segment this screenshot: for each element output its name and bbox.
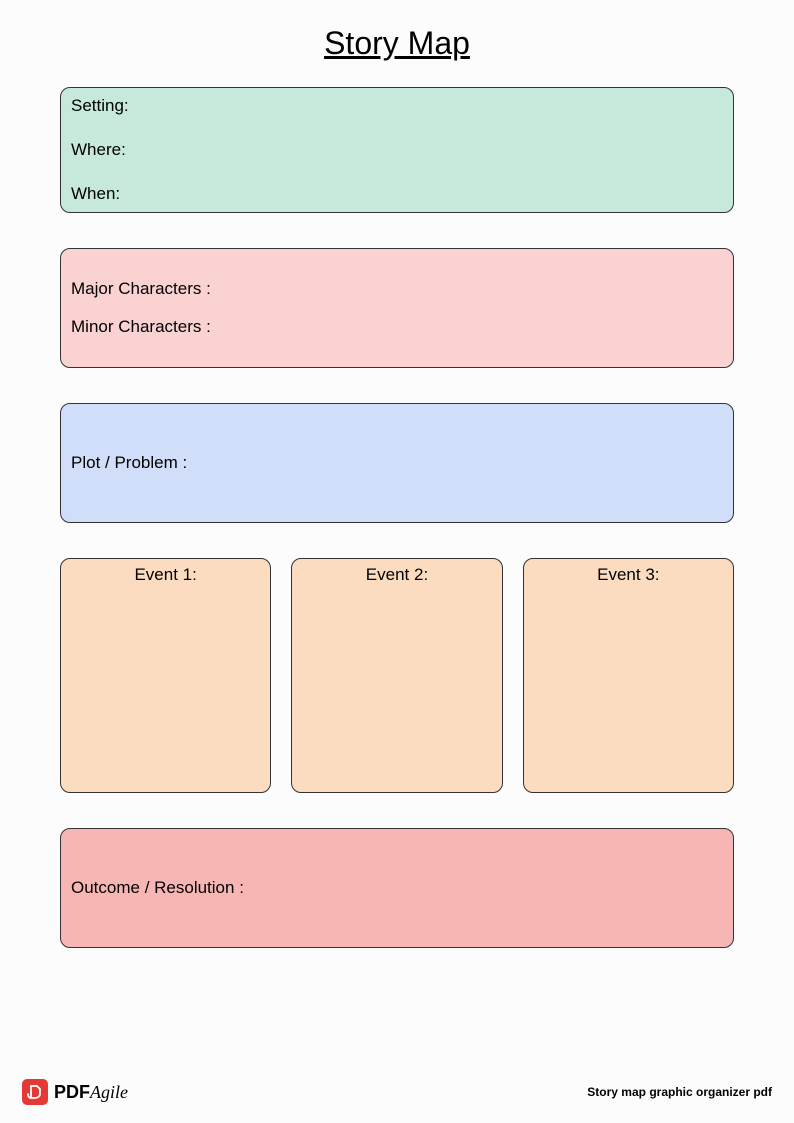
- logo-pdf-text: PDF: [54, 1082, 90, 1102]
- event-1-box: Event 1:: [60, 558, 271, 793]
- event-2-label: Event 2:: [298, 565, 495, 585]
- events-row: Event 1: Event 2: Event 3:: [60, 558, 734, 793]
- when-label: When:: [71, 184, 723, 204]
- plot-label: Plot / Problem :: [71, 453, 187, 473]
- event-2-box: Event 2:: [291, 558, 502, 793]
- plot-box: Plot / Problem :: [60, 403, 734, 523]
- event-3-box: Event 3:: [523, 558, 734, 793]
- logo-text: PDFAgile: [54, 1082, 128, 1103]
- content-area: Setting: Where: When: Major Characters :…: [0, 87, 794, 948]
- logo-agile-text: Agile: [90, 1082, 128, 1102]
- event-3-label: Event 3:: [530, 565, 727, 585]
- major-characters-label: Major Characters :: [71, 279, 723, 299]
- characters-box: Major Characters : Minor Characters :: [60, 248, 734, 368]
- minor-characters-label: Minor Characters :: [71, 317, 723, 337]
- where-label: Where:: [71, 140, 723, 160]
- logo: PDFAgile: [22, 1079, 128, 1105]
- footer: PDFAgile Story map graphic organizer pdf: [22, 1079, 772, 1105]
- outcome-label: Outcome / Resolution :: [71, 878, 244, 898]
- pdf-icon: [22, 1079, 48, 1105]
- page-title: Story Map: [0, 0, 794, 87]
- setting-label: Setting:: [71, 96, 723, 116]
- event-1-label: Event 1:: [67, 565, 264, 585]
- outcome-box: Outcome / Resolution :: [60, 828, 734, 948]
- footer-text: Story map graphic organizer pdf: [587, 1085, 772, 1099]
- setting-box: Setting: Where: When:: [60, 87, 734, 213]
